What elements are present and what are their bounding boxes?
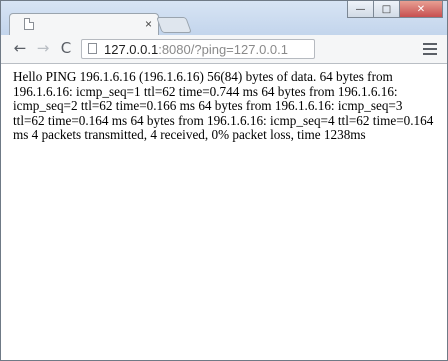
forward-arrow-icon[interactable]: → bbox=[34, 39, 52, 57]
address-bar[interactable]: 127.0.0.1:8080/?ping=127.0.0.1 bbox=[81, 39, 315, 59]
page-icon bbox=[24, 18, 34, 30]
url-text[interactable]: 127.0.0.1:8080/?ping=127.0.0.1 bbox=[104, 42, 288, 57]
close-icon[interactable]: × bbox=[145, 16, 152, 32]
page-content: Hello PING 196.1.6.16 (196.1.6.16) 56(84… bbox=[1, 64, 447, 360]
url-path: :8080/?ping=127.0.0.1 bbox=[158, 42, 288, 57]
browser-window: × — □ ✕ ← → C 127.0.0.1:8080/?ping=127.0… bbox=[0, 0, 448, 361]
url-host: 127.0.0.1 bbox=[104, 42, 159, 57]
close-window-button[interactable]: ✕ bbox=[399, 1, 443, 18]
window-controls: — □ ✕ bbox=[347, 1, 443, 19]
page-icon bbox=[88, 43, 97, 54]
toolbar: ← → C 127.0.0.1:8080/?ping=127.0.0.1 bbox=[1, 35, 447, 64]
hamburger-menu-icon[interactable] bbox=[423, 40, 437, 56]
new-tab-button[interactable] bbox=[156, 17, 192, 33]
tab-strip: × — □ ✕ bbox=[1, 1, 447, 35]
maximize-button[interactable]: □ bbox=[373, 1, 399, 18]
ping-output-text: Hello PING 196.1.6.16 (196.1.6.16) 56(84… bbox=[13, 69, 434, 143]
reload-icon[interactable]: C bbox=[57, 39, 75, 57]
browser-tab[interactable]: × bbox=[9, 13, 159, 35]
minimize-button[interactable]: — bbox=[347, 1, 373, 18]
back-arrow-icon[interactable]: ← bbox=[11, 39, 29, 57]
